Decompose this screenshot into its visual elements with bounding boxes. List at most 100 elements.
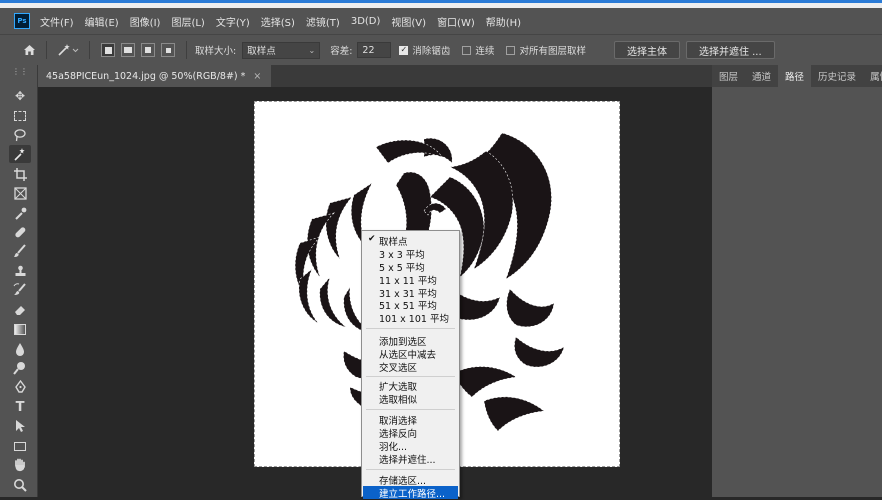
context-menu-item[interactable]: 51 x 51 平均: [363, 298, 458, 312]
magic-wand-tool-icon[interactable]: [9, 145, 31, 163]
select-and-mask-button[interactable]: 选择并遮住 ...: [685, 41, 775, 59]
dodge-tool-icon[interactable]: [9, 359, 31, 377]
context-menu-item[interactable]: 选择并遮住...: [363, 452, 458, 466]
blur-tool-icon[interactable]: [9, 340, 31, 358]
menu-file[interactable]: 文件(F): [40, 14, 74, 29]
menu-image[interactable]: 图像(I): [130, 14, 161, 29]
context-menu-item[interactable]: ✔ 取样点: [363, 234, 458, 248]
marquee-tool-icon[interactable]: [9, 107, 31, 125]
pen-tool-icon[interactable]: [9, 378, 31, 396]
context-menu-separator: [366, 328, 455, 329]
sample-all-layers-checkbox[interactable]: 对所有图层取样: [506, 43, 586, 57]
options-separator: [186, 41, 187, 59]
tab-history[interactable]: 历史记录: [811, 65, 863, 87]
checkmark-icon: ✓: [399, 45, 409, 55]
sample-size-dropdown[interactable]: 取样点 ⌄: [242, 41, 321, 59]
context-menu-label: 101 x 101 平均: [379, 313, 449, 325]
tools-panel: ⋮⋮ ✥ T: [0, 65, 38, 497]
clone-stamp-tool-icon[interactable]: [9, 262, 31, 280]
context-menu-item[interactable]: 11 x 11 平均: [363, 273, 458, 287]
frame-tool-icon[interactable]: [9, 184, 31, 202]
context-menu-item[interactable]: 3 x 3 平均: [363, 247, 458, 261]
new-selection-mode-button[interactable]: [101, 43, 115, 57]
menu-edit[interactable]: 编辑(E): [85, 14, 119, 29]
menu-bar: Ps 文件(F) 编辑(E) 图像(I) 图层(L) 文字(Y) 选择(S) 滤…: [0, 8, 882, 34]
context-menu-label: 取样点: [379, 236, 408, 248]
panel-grip-icon[interactable]: ⋮⋮: [12, 67, 28, 76]
context-menu-item[interactable]: 存储选区...: [363, 473, 458, 487]
context-menu-item[interactable]: 101 x 101 平均: [363, 311, 458, 325]
context-menu-item[interactable]: 羽化...: [363, 439, 458, 453]
document-tab-title: 45a58PICEun_1024.jpg @ 50%(RGB/8#) *: [46, 70, 246, 82]
contiguous-checkbox[interactable]: 连续: [462, 43, 494, 57]
sample-size-value: 取样点: [247, 46, 276, 57]
move-tool-icon[interactable]: ✥: [9, 87, 31, 105]
history-brush-tool-icon[interactable]: [9, 281, 31, 299]
gradient-tool-icon[interactable]: [9, 320, 31, 338]
right-panel-dock: 图层 通道 路径 历史记录 属性: [712, 65, 882, 497]
context-menu-item[interactable]: 扩大选取: [363, 379, 458, 393]
document-tab[interactable]: 45a58PICEun_1024.jpg @ 50%(RGB/8#) * ×: [38, 65, 272, 87]
zoom-tool-icon[interactable]: [9, 476, 31, 494]
path-selection-tool-icon[interactable]: [9, 417, 31, 435]
document-tab-bar: 45a58PICEun_1024.jpg @ 50%(RGB/8#) * ×: [38, 65, 712, 87]
close-icon[interactable]: ×: [253, 71, 261, 82]
context-menu-item[interactable]: 添加到选区: [363, 334, 458, 348]
context-menu-label: 添加到选区: [379, 336, 427, 348]
context-menu-label: 选择并遮住...: [379, 454, 436, 466]
context-menu-label: 建立工作路径...: [379, 488, 446, 500]
lasso-tool-icon[interactable]: [9, 126, 31, 144]
crop-tool-icon[interactable]: [9, 165, 31, 183]
context-menu-item[interactable]: 从选区中减去: [363, 347, 458, 361]
window-top-strip: [0, 0, 882, 8]
tab-paths[interactable]: 路径: [778, 65, 812, 87]
select-subject-button[interactable]: 选择主体: [613, 41, 680, 59]
menu-select[interactable]: 选择(S): [261, 14, 295, 29]
context-menu-item[interactable]: 选择反向: [363, 426, 458, 440]
tab-channels[interactable]: 通道: [745, 65, 778, 87]
antialias-label: 消除锯齿: [412, 46, 451, 57]
context-menu-label: 羽化...: [379, 441, 408, 453]
brush-tool-icon[interactable]: [9, 242, 31, 260]
context-menu-item[interactable]: 选取相似: [363, 392, 458, 406]
context-menu-item[interactable]: 交叉选区: [363, 360, 458, 374]
context-menu-label: 扩大选取: [379, 381, 418, 393]
healing-brush-tool-icon[interactable]: [9, 223, 31, 241]
home-icon[interactable]: [20, 44, 38, 56]
menu-help[interactable]: 帮助(H): [486, 14, 521, 29]
checkbox-box: [506, 45, 516, 55]
intersect-selection-mode-button[interactable]: [161, 43, 175, 57]
menu-layer[interactable]: 图层(L): [171, 14, 204, 29]
chevron-down-icon: ⌄: [308, 45, 316, 55]
context-menu-item-highlighted[interactable]: 建立工作路径...: [363, 486, 458, 500]
eraser-tool-icon[interactable]: [9, 301, 31, 319]
context-menu: ✔ 取样点 3 x 3 平均 5 x 5 平均 11 x 11 平均 31 x …: [361, 230, 460, 500]
context-menu-label: 存储选区...: [379, 475, 427, 487]
context-menu-label: 11 x 11 平均: [379, 275, 437, 287]
eyedropper-tool-icon[interactable]: [9, 204, 31, 222]
context-menu-label: 3 x 3 平均: [379, 249, 425, 261]
checkbox-box: [462, 45, 472, 55]
menu-view[interactable]: 视图(V): [391, 14, 426, 29]
menu-filter[interactable]: 滤镜(T): [306, 14, 340, 29]
add-to-selection-mode-button[interactable]: [121, 43, 135, 57]
magic-wand-preset-icon[interactable]: [55, 43, 81, 57]
photoshop-logo-icon[interactable]: Ps: [14, 13, 30, 29]
panel-tab-bar: 图层 通道 路径 历史记录 属性: [712, 65, 882, 87]
tab-properties[interactable]: 属性: [863, 65, 882, 87]
context-menu-label: 选择反向: [379, 428, 418, 440]
subtract-selection-mode-button[interactable]: [141, 43, 155, 57]
antialias-checkbox[interactable]: ✓ 消除锯齿: [399, 43, 450, 57]
menu-window[interactable]: 窗口(W): [437, 14, 475, 29]
menu-type[interactable]: 文字(Y): [216, 14, 250, 29]
rectangle-tool-icon[interactable]: [9, 437, 31, 455]
tolerance-input[interactable]: 22: [357, 42, 392, 58]
context-menu-item[interactable]: 取消选择: [363, 413, 458, 427]
tab-layers[interactable]: 图层: [712, 65, 745, 87]
type-tool-icon[interactable]: T: [9, 398, 31, 416]
context-menu-item[interactable]: 5 x 5 平均: [363, 260, 458, 274]
menu-3d[interactable]: 3D(D): [351, 16, 381, 27]
options-bar: 取样大小: 取样点 ⌄ 容差: 22 ✓ 消除锯齿 连续 对所有图层取样 选择主…: [0, 34, 882, 65]
hand-tool-icon[interactable]: [9, 456, 31, 474]
context-menu-separator: [366, 469, 455, 470]
